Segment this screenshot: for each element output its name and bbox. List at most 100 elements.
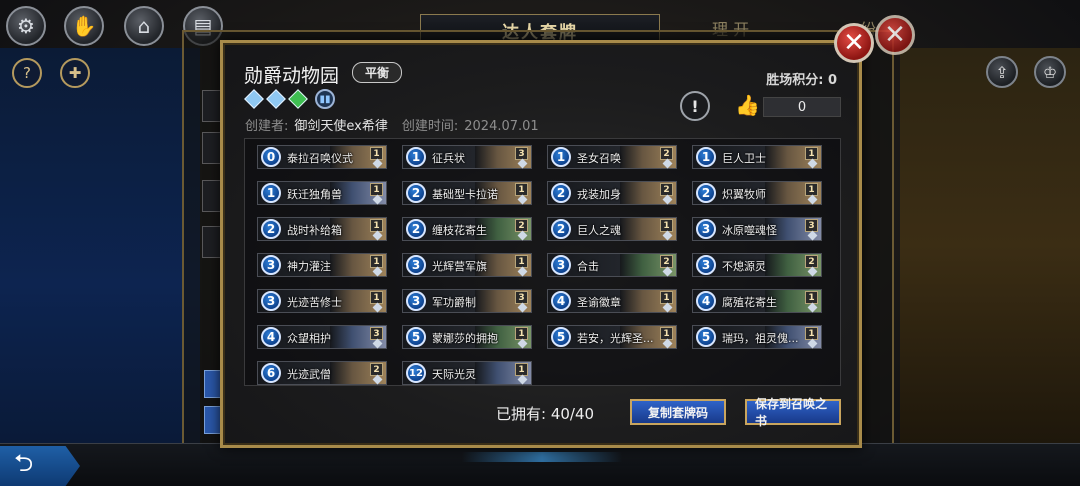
card-entry[interactable]: 4 众望相护 3 — [257, 325, 387, 349]
card-name: 军功爵制 — [432, 296, 476, 309]
card-entry[interactable]: 5 瑞玛，祖灵傀... 1 — [692, 325, 822, 349]
card-entry[interactable]: 2 战时补给箱 1 — [257, 217, 387, 241]
card-cost: 3 — [696, 219, 716, 239]
share-icon[interactable]: ⇪ — [986, 56, 1018, 88]
gift-icon[interactable]: ✚ — [60, 58, 90, 88]
back-button[interactable]: ⮌ — [0, 446, 80, 486]
card-cost: 2 — [551, 183, 571, 203]
card-entry[interactable]: 3 不熄源灵 2 — [692, 253, 822, 277]
light-blue-diamond-icon — [266, 89, 286, 109]
card-entry[interactable]: 2 缠枝花寄生 2 — [402, 217, 532, 241]
gear-icon[interactable]: ⚙ — [6, 6, 46, 46]
card-name: 瑞玛，祖灵傀... — [722, 332, 799, 345]
close-icon[interactable]: ✕ — [875, 15, 915, 55]
card-cost: 2 — [261, 219, 281, 239]
likes-count: 0 — [763, 97, 841, 117]
card-cost: 4 — [261, 327, 281, 347]
card-name: 不熄源灵 — [722, 260, 766, 273]
card-cost: 6 — [261, 363, 281, 383]
card-entry[interactable]: 3 合击 2 — [547, 253, 677, 277]
card-name: 圣女召唤 — [577, 152, 621, 165]
card-cost: 3 — [406, 291, 426, 311]
back-arrow-icon: ⮌ — [14, 448, 34, 477]
close-icon: ✕ — [843, 28, 865, 58]
card-entry[interactable]: 6 光迹武僧 2 — [257, 361, 387, 385]
card-cost: 4 — [696, 291, 716, 311]
card-cost: 0 — [261, 147, 281, 167]
deck-title: 勋爵动物园 — [244, 65, 340, 87]
background-slot — [202, 226, 222, 258]
card-entry[interactable]: 4 腐殖花寄生 1 — [692, 289, 822, 313]
close-dialog-button[interactable]: ✕ — [834, 23, 874, 63]
card-cost: 1 — [696, 147, 716, 167]
handshake-icon[interactable]: ✋ — [64, 6, 104, 46]
card-cost: 5 — [696, 327, 716, 347]
card-name: 巨人卫士 — [722, 152, 766, 165]
card-entry[interactable]: 0 泰拉召唤仪式 1 — [257, 145, 387, 169]
card-entry[interactable]: 5 若安，光辉圣... 1 — [547, 325, 677, 349]
card-name: 冰原噬魂怪 — [722, 224, 777, 237]
card-entry[interactable]: 2 基础型卡拉诺 1 — [402, 181, 532, 205]
card-cost: 2 — [696, 183, 716, 203]
card-entry[interactable]: 2 巨人之魂 1 — [547, 217, 677, 241]
trophy-icon[interactable]: ♔ — [1034, 56, 1066, 88]
card-name: 炽翼牧师 — [722, 188, 766, 201]
card-name: 戎装加身 — [577, 188, 621, 201]
card-name: 光辉营军旗 — [432, 260, 487, 273]
report-icon[interactable]: ! — [680, 91, 710, 121]
card-cost: 5 — [406, 327, 426, 347]
card-entry[interactable]: 2 炽翼牧师 1 — [692, 181, 822, 205]
card-cost: 1 — [551, 147, 571, 167]
card-name: 巨人之魂 — [577, 224, 621, 237]
created-date: 2024.07.01 — [464, 119, 539, 134]
green-diamond-icon — [288, 89, 308, 109]
card-cost: 2 — [406, 183, 426, 203]
score: 胜场积分: 0 — [766, 69, 837, 88]
card-cost: 1 — [406, 147, 426, 167]
card-entry[interactable]: 1 征兵状 3 — [402, 145, 532, 169]
card-entry[interactable]: 2 戎装加身 2 — [547, 181, 677, 205]
card-cost: 3 — [261, 291, 281, 311]
card-entry[interactable]: 5 蒙娜莎的拥抱 1 — [402, 325, 532, 349]
card-entry[interactable]: 3 冰原噬魂怪 3 — [692, 217, 822, 241]
copy-deck-code-button[interactable]: 复制套牌码 — [630, 399, 726, 425]
deck-regions: ▮▮ — [244, 89, 335, 109]
card-entry[interactable]: 3 军功爵制 3 — [402, 289, 532, 313]
right-background-panel — [900, 48, 1080, 443]
card-name: 神力灌注 — [287, 260, 331, 273]
card-entry[interactable]: 4 圣谕徽章 1 — [547, 289, 677, 313]
card-name: 征兵状 — [432, 152, 465, 165]
card-name: 缠枝花寄生 — [432, 224, 487, 237]
stats-icon[interactable]: ▮▮ — [315, 89, 335, 109]
background-slot — [202, 180, 222, 212]
card-cost: 3 — [551, 255, 571, 275]
card-entry[interactable]: 1 巨人卫士 1 — [692, 145, 822, 169]
card-entry[interactable]: 3 神力灌注 1 — [257, 253, 387, 277]
card-entry[interactable]: 1 跃迁独角兽 1 — [257, 181, 387, 205]
thumbs-up-icon[interactable]: 👍 — [735, 93, 760, 117]
card-name: 圣谕徽章 — [577, 296, 621, 309]
card-name: 战时补给箱 — [287, 224, 342, 237]
card-cost: 2 — [551, 219, 571, 239]
close-symbol: ✕ — [884, 20, 906, 50]
creator-name[interactable]: 御剑天使ex希律 — [294, 119, 387, 134]
background-slot — [202, 90, 222, 122]
deck-style-badge: 平衡 — [352, 62, 403, 83]
card-entry[interactable]: 12 天际光灵 1 — [402, 361, 532, 385]
card-name: 天际光灵 — [432, 368, 476, 381]
card-entry[interactable]: 3 光辉营军旗 1 — [402, 253, 532, 277]
owned-value: 40/40 — [550, 405, 595, 423]
owned-label: 已拥有: — [496, 405, 547, 423]
home-icon[interactable]: ⌂ — [124, 6, 164, 46]
left-background-panel — [0, 48, 200, 443]
card-name: 基础型卡拉诺 — [432, 188, 498, 201]
deck-detail-dialog: 勋爵动物园 平衡 ▮▮ 创建者: 御剑天使ex希律 创建时间: 2024.07.01 … — [220, 40, 862, 448]
save-to-book-button[interactable]: 保存到召唤之书 — [745, 397, 841, 428]
background-slot — [202, 132, 222, 164]
creator-line: 创建者: 御剑天使ex希律 创建时间: 2024.07.01 — [245, 115, 539, 134]
card-cost: 3 — [261, 255, 281, 275]
card-entry[interactable]: 3 光迹苦修士 1 — [257, 289, 387, 313]
card-list: 0 泰拉召唤仪式 1 1 征兵状 3 1 圣女召唤 2 1 巨人卫士 1 1 跃迁独角兽 1 2 基础型卡拉诺 1… — [244, 138, 841, 386]
help-icon[interactable]: ? — [12, 58, 42, 88]
card-entry[interactable]: 1 圣女召唤 2 — [547, 145, 677, 169]
